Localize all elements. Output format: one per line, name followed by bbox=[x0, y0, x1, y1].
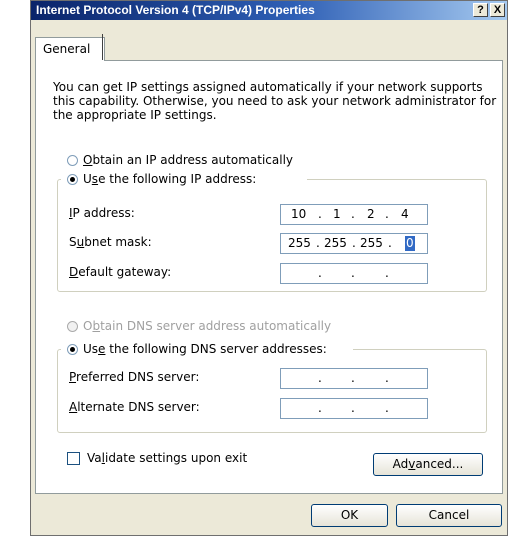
preferred-dns-input[interactable]: . . . bbox=[280, 368, 428, 389]
use-following-dns-radio[interactable] bbox=[67, 344, 78, 355]
use-following-ip-label[interactable]: Use the following IP address: bbox=[83, 172, 256, 186]
tab-general-label: General bbox=[43, 42, 91, 56]
ip-octet-4[interactable]: 4 bbox=[401, 205, 409, 224]
validate-checkbox[interactable] bbox=[67, 452, 80, 465]
alternate-dns-label: Alternate DNS server: bbox=[69, 400, 200, 414]
default-gateway-label: Default gateway: bbox=[69, 265, 172, 279]
window-title: Internet Protocol Version 4 (TCP/IPv4) P… bbox=[36, 3, 315, 17]
title-bar[interactable]: Internet Protocol Version 4 (TCP/IPv4) P… bbox=[31, 1, 507, 20]
close-button[interactable]: X bbox=[490, 3, 505, 17]
validate-label[interactable]: Validate settings upon exit bbox=[87, 451, 247, 465]
alternate-dns-input[interactable]: . . . bbox=[280, 398, 428, 419]
ok-button[interactable]: OK bbox=[311, 504, 388, 527]
ip-octet-2[interactable]: 1 bbox=[333, 205, 341, 224]
obtain-ip-auto-radio[interactable] bbox=[67, 155, 78, 166]
properties-dialog: Internet Protocol Version 4 (TCP/IPv4) P… bbox=[30, 0, 508, 536]
help-button[interactable]: ? bbox=[473, 3, 488, 17]
use-following-dns-label[interactable]: Use the following DNS server addresses: bbox=[83, 342, 327, 356]
ip-address-label: IP address: bbox=[69, 206, 135, 220]
obtain-dns-auto-label[interactable]: Obtain DNS server address automatically bbox=[83, 319, 331, 333]
subnet-mask-label: Subnet mask: bbox=[69, 235, 152, 249]
obtain-ip-auto-label[interactable]: Obtain an IP address automatically bbox=[83, 153, 293, 167]
use-following-ip-radio[interactable] bbox=[67, 174, 78, 185]
subnet-octet-4[interactable]: 0 bbox=[405, 236, 415, 251]
advanced-button[interactable]: Advanced... bbox=[373, 453, 483, 476]
ip-octet-3[interactable]: 2 bbox=[367, 205, 375, 224]
preferred-dns-label: Preferred DNS server: bbox=[69, 370, 200, 384]
subnet-octet-1[interactable]: 255 bbox=[288, 234, 311, 253]
tab-divider bbox=[102, 34, 103, 60]
description-text: You can get IP settings assigned automat… bbox=[53, 80, 497, 122]
subnet-octet-3[interactable]: 255 bbox=[360, 234, 383, 253]
subnet-mask-input[interactable]: 255 . 255 . 255 . 0 bbox=[280, 233, 428, 254]
default-gateway-input[interactable]: . . . bbox=[280, 263, 428, 284]
dns-group bbox=[57, 349, 487, 433]
ip-address-input[interactable]: 10 . 1 . 2 . 4 bbox=[280, 204, 428, 225]
obtain-dns-auto-radio[interactable] bbox=[67, 321, 78, 332]
ip-octet-1[interactable]: 10 bbox=[291, 205, 306, 224]
tab-general[interactable]: General bbox=[35, 37, 105, 61]
subnet-octet-2[interactable]: 255 bbox=[324, 234, 347, 253]
cancel-button[interactable]: Cancel bbox=[396, 504, 502, 527]
